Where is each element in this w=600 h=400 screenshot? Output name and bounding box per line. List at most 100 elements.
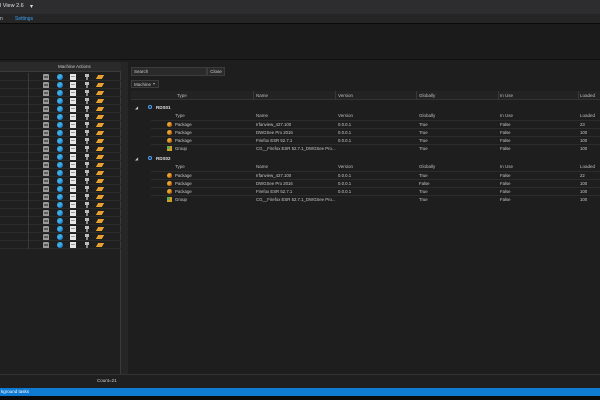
network-icon[interactable] bbox=[84, 74, 90, 80]
computer-icon[interactable] bbox=[43, 194, 49, 200]
column-header-machine-actions[interactable]: Machine Actions bbox=[58, 64, 91, 69]
machine-row[interactable] bbox=[0, 137, 121, 145]
globe-icon[interactable] bbox=[57, 154, 63, 160]
network-icon[interactable] bbox=[84, 210, 90, 216]
menu-item-settings[interactable]: Settings bbox=[15, 16, 33, 22]
document-icon[interactable] bbox=[70, 242, 76, 248]
document-icon[interactable] bbox=[70, 154, 76, 160]
computer-icon[interactable] bbox=[43, 98, 49, 104]
document-icon[interactable] bbox=[70, 162, 76, 168]
globe-icon[interactable] bbox=[57, 170, 63, 176]
network-icon[interactable] bbox=[84, 202, 90, 208]
network-icon[interactable] bbox=[84, 106, 90, 112]
document-icon[interactable] bbox=[70, 194, 76, 200]
column-header-name[interactable]: Name bbox=[256, 93, 268, 98]
globe-icon[interactable] bbox=[57, 98, 63, 104]
group-row-rds01[interactable]: ◢ RDS01 bbox=[131, 103, 600, 112]
table-row[interactable]: Package Firefox ESR 52.7.1 0.0.0.1 True … bbox=[151, 136, 600, 144]
lightning-icon[interactable] bbox=[97, 90, 103, 96]
globe-icon[interactable] bbox=[57, 178, 63, 184]
machine-row[interactable] bbox=[0, 177, 121, 185]
lightning-icon[interactable] bbox=[97, 82, 103, 88]
collapse-icon[interactable]: ◢ bbox=[135, 105, 138, 110]
machine-row[interactable] bbox=[0, 121, 121, 129]
network-icon[interactable] bbox=[84, 130, 90, 136]
document-icon[interactable] bbox=[70, 178, 76, 184]
pane-splitter[interactable] bbox=[121, 62, 128, 374]
background-tasks-label[interactable]: kground tasks bbox=[1, 389, 29, 394]
group-row-rds02[interactable]: ◢ RDS02 bbox=[131, 154, 600, 163]
table-row[interactable]: Group CG__Firefox ESR 52.7.1_DWGSee Pro.… bbox=[151, 195, 600, 203]
network-icon[interactable] bbox=[84, 242, 90, 248]
document-icon[interactable] bbox=[70, 82, 76, 88]
lightning-icon[interactable] bbox=[97, 186, 103, 192]
machine-row[interactable] bbox=[0, 217, 121, 225]
lightning-icon[interactable] bbox=[97, 106, 103, 112]
network-icon[interactable] bbox=[84, 146, 90, 152]
computer-icon[interactable] bbox=[43, 130, 49, 136]
lightning-icon[interactable] bbox=[97, 226, 103, 232]
globe-icon[interactable] bbox=[57, 114, 63, 120]
network-icon[interactable] bbox=[84, 218, 90, 224]
lightning-icon[interactable] bbox=[97, 154, 103, 160]
lightning-icon[interactable] bbox=[97, 178, 103, 184]
globe-icon[interactable] bbox=[57, 130, 63, 136]
document-icon[interactable] bbox=[70, 74, 76, 80]
machine-row[interactable] bbox=[0, 153, 121, 161]
document-icon[interactable] bbox=[70, 210, 76, 216]
network-icon[interactable] bbox=[84, 98, 90, 104]
table-row[interactable]: Package DWGSee Pro 2016 0.0.0.1 False Fa… bbox=[151, 179, 600, 187]
lightning-icon[interactable] bbox=[97, 98, 103, 104]
column-header-in-use[interactable]: In Use bbox=[500, 93, 513, 98]
computer-icon[interactable] bbox=[43, 218, 49, 224]
network-icon[interactable] bbox=[84, 178, 90, 184]
machine-row[interactable] bbox=[0, 225, 121, 233]
machine-row[interactable] bbox=[0, 209, 121, 217]
lightning-icon[interactable] bbox=[97, 242, 103, 248]
document-icon[interactable] bbox=[70, 234, 76, 240]
computer-icon[interactable] bbox=[43, 138, 49, 144]
lightning-icon[interactable] bbox=[97, 170, 103, 176]
computer-icon[interactable] bbox=[43, 90, 49, 96]
document-icon[interactable] bbox=[70, 202, 76, 208]
machine-row[interactable] bbox=[0, 169, 121, 177]
machine-row[interactable] bbox=[0, 89, 121, 97]
lightning-icon[interactable] bbox=[97, 114, 103, 120]
document-icon[interactable] bbox=[70, 138, 76, 144]
network-icon[interactable] bbox=[84, 186, 90, 192]
computer-icon[interactable] bbox=[43, 146, 49, 152]
globe-icon[interactable] bbox=[57, 234, 63, 240]
column-header-type[interactable]: Type bbox=[177, 93, 187, 98]
globe-icon[interactable] bbox=[57, 226, 63, 232]
globe-icon[interactable] bbox=[57, 162, 63, 168]
lightning-icon[interactable] bbox=[97, 74, 103, 80]
computer-icon[interactable] bbox=[43, 122, 49, 128]
globe-icon[interactable] bbox=[57, 82, 63, 88]
document-icon[interactable] bbox=[70, 170, 76, 176]
machine-row[interactable] bbox=[0, 185, 121, 193]
machine-row[interactable] bbox=[0, 81, 121, 89]
computer-icon[interactable] bbox=[43, 178, 49, 184]
document-icon[interactable] bbox=[70, 146, 76, 152]
machine-row[interactable] bbox=[0, 129, 121, 137]
document-icon[interactable] bbox=[70, 98, 76, 104]
table-row[interactable]: Group CG__Firefox ESR 52.7.1_DWGSee Pro.… bbox=[151, 144, 600, 152]
computer-icon[interactable] bbox=[43, 106, 49, 112]
globe-icon[interactable] bbox=[57, 146, 63, 152]
computer-icon[interactable] bbox=[43, 114, 49, 120]
column-header-loaded[interactable]: Loaded bbox=[580, 93, 595, 98]
globe-icon[interactable] bbox=[57, 242, 63, 248]
machine-row[interactable] bbox=[0, 97, 121, 105]
globe-icon[interactable] bbox=[57, 210, 63, 216]
document-icon[interactable] bbox=[70, 226, 76, 232]
lightning-icon[interactable] bbox=[97, 130, 103, 136]
computer-icon[interactable] bbox=[43, 162, 49, 168]
lightning-icon[interactable] bbox=[97, 202, 103, 208]
machine-row[interactable] bbox=[0, 241, 121, 249]
lightning-icon[interactable] bbox=[97, 210, 103, 216]
network-icon[interactable] bbox=[84, 114, 90, 120]
computer-icon[interactable] bbox=[43, 210, 49, 216]
document-icon[interactable] bbox=[70, 114, 76, 120]
lightning-icon[interactable] bbox=[97, 138, 103, 144]
lightning-icon[interactable] bbox=[97, 146, 103, 152]
